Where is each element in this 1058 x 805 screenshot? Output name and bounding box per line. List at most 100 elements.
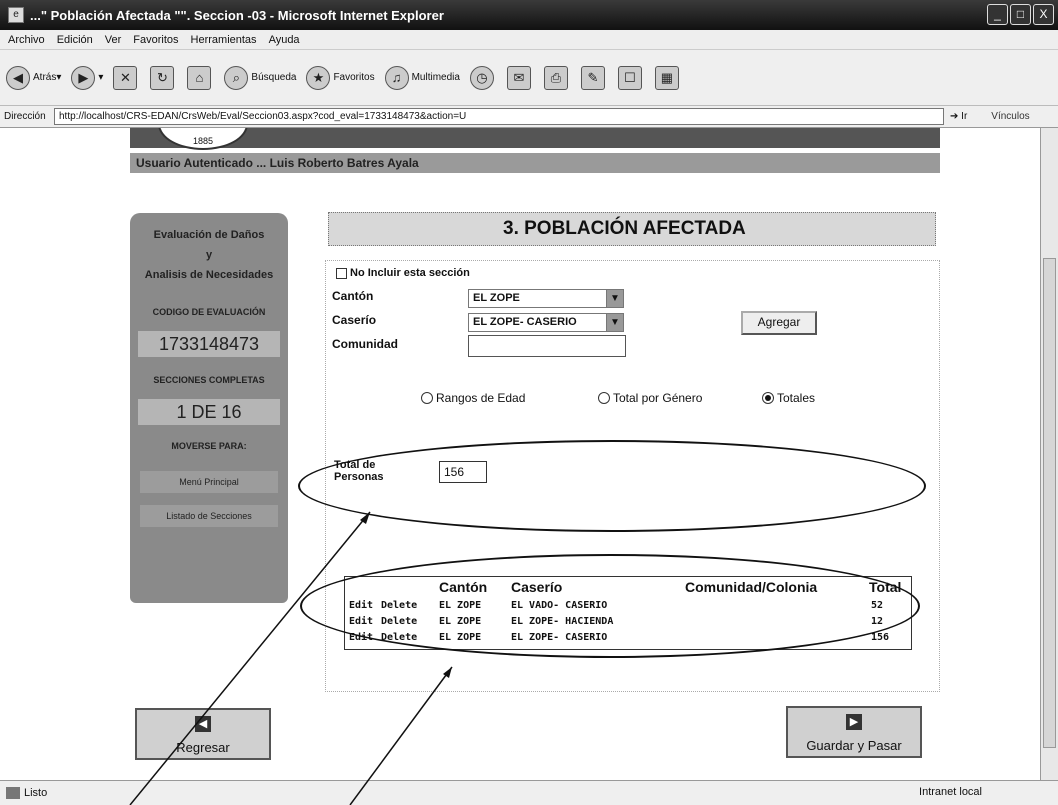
stop-button[interactable]: ✕ — [113, 65, 140, 90]
sidebar-title-line: Evaluación de Daños — [153, 229, 265, 241]
col-canton: Cantón — [439, 579, 488, 595]
caserio-select[interactable]: EL ZOPE- CASERIO ▼ — [468, 313, 624, 332]
radio-label: Rangos de Edad — [436, 391, 526, 405]
history-button[interactable]: ◷ — [469, 65, 497, 90]
address-label: Dirección — [4, 111, 46, 122]
scrollbar-thumb[interactable] — [1043, 258, 1056, 748]
menu-bar: Archivo Edición Ver Favoritos Herramient… — [0, 30, 1058, 50]
security-zone: Intranet local — [919, 786, 982, 798]
research-button[interactable]: ▦ — [654, 65, 682, 90]
forward-button[interactable]: ▶ ▾ — [71, 65, 103, 90]
browser-toolbar: ◀ Atrás ▾ ▶ ▾ ✕ ↻ ⌂ ⌕ Búsqueda ★ Favorit… — [0, 50, 1058, 106]
history-icon: ◷ — [469, 65, 494, 90]
total-label-line: Total de — [334, 459, 376, 471]
sidebar: Evaluación de Daños y Analisis de Necesi… — [130, 213, 288, 603]
back-arrow-icon: ◀ — [6, 65, 30, 90]
print-button[interactable]: ⎙ — [543, 65, 571, 90]
favorites-label: Favoritos — [333, 72, 375, 83]
save-next-button[interactable]: ▶ Guardar y Pasar — [786, 706, 922, 758]
menu-edicion[interactable]: Edición — [57, 34, 93, 46]
canton-select[interactable]: EL ZOPE ▼ — [468, 289, 624, 308]
refresh-button[interactable]: ↻ — [150, 65, 177, 90]
exclude-section-label: No Incluir esta sección — [350, 267, 470, 279]
search-button[interactable]: ⌕ Búsqueda — [224, 65, 296, 90]
col-comunidad: Comunidad/Colonia — [685, 579, 818, 595]
total-personas-label: Total de Personas — [334, 459, 384, 483]
address-input[interactable]: http://localhost/CRS-EDAN/CrsWeb/Eval/Se… — [54, 108, 944, 125]
favorites-button[interactable]: ★ Favoritos — [306, 65, 375, 90]
multimedia-button[interactable]: ♫ Multimedia — [384, 65, 460, 90]
status-bar: Listo Intranet local — [0, 780, 1058, 805]
cell-caserio: EL ZOPE- CASERIO — [511, 632, 608, 643]
cell-canton: EL ZOPE — [439, 600, 482, 611]
edit-link[interactable]: Edit — [349, 600, 373, 611]
refresh-icon: ↻ — [150, 65, 175, 90]
ie-icon: e — [8, 7, 24, 23]
search-icon: ⌕ — [224, 65, 249, 90]
printer-icon: ⎙ — [543, 65, 568, 90]
sections-label: SECCIONES COMPLETAS — [153, 375, 265, 385]
radio-rangos-edad[interactable]: Rangos de Edad — [421, 391, 525, 405]
back-page-button[interactable]: ◀ Regresar — [135, 708, 271, 760]
header-banner — [130, 128, 940, 148]
discuss-icon: ☐ — [617, 65, 642, 90]
menu-herramientas[interactable]: Herramientas — [191, 34, 257, 46]
nav-main-menu[interactable]: Menú Principal — [140, 471, 278, 493]
menu-ayuda[interactable]: Ayuda — [269, 34, 300, 46]
radio-circle — [421, 392, 433, 404]
menu-archivo[interactable]: Archivo — [8, 34, 45, 46]
cell-caserio: EL ZOPE- HACIENDA — [511, 616, 614, 627]
back-button[interactable]: ◀ Atrás ▾ — [6, 65, 62, 90]
caserio-label: Caserío — [332, 313, 377, 327]
chevron-down-icon: ▼ — [606, 290, 623, 307]
home-icon: ⌂ — [187, 65, 212, 90]
section-title: 3. POBLACIÓN AFECTADA — [328, 212, 936, 246]
menu-favoritos[interactable]: Favoritos — [133, 34, 178, 46]
forward-arrow-icon: ▶ — [71, 65, 96, 90]
radio-totales[interactable]: Totales — [762, 391, 815, 405]
canton-label: Cantón — [332, 289, 374, 303]
radio-label: Totales — [777, 391, 816, 405]
cell-canton: EL ZOPE — [439, 632, 482, 643]
research-icon: ▦ — [654, 65, 679, 90]
nav-section-list[interactable]: Listado de Secciones — [140, 505, 278, 527]
mail-button[interactable]: ✉ — [506, 65, 534, 90]
address-bar: Dirección http://localhost/CRS-EDAN/CrsW… — [0, 106, 1058, 128]
cell-total: 12 — [871, 616, 884, 627]
star-icon: ★ — [306, 65, 331, 90]
code-value: 1733148473 — [138, 331, 280, 357]
edit-link[interactable]: Edit — [349, 616, 373, 627]
chevron-down-icon: ▼ — [606, 314, 623, 331]
edit-button[interactable]: ✎ — [580, 65, 608, 90]
radio-total-genero[interactable]: Total por Género — [598, 391, 702, 405]
minimize-button[interactable]: _ — [987, 4, 1008, 25]
arrow-left-icon: ◀ — [195, 716, 211, 732]
comunidad-input[interactable] — [468, 335, 626, 357]
exclude-section-checkbox[interactable]: No Incluir esta sección — [336, 267, 470, 279]
go-button[interactable]: ➔ Ir — [950, 111, 967, 122]
window-controls: _ □ X — [987, 4, 1054, 25]
close-button[interactable]: X — [1033, 4, 1054, 25]
delete-link[interactable]: Delete — [381, 632, 417, 643]
maximize-button[interactable]: □ — [1010, 4, 1031, 25]
menu-ver[interactable]: Ver — [105, 34, 122, 46]
population-form: No Incluir esta sección Cantón EL ZOPE ▼… — [325, 260, 940, 692]
canton-value: EL ZOPE — [473, 292, 520, 304]
discuss-button[interactable]: ☐ — [617, 65, 645, 90]
edit-link[interactable]: Edit — [349, 632, 373, 643]
total-personas-input[interactable]: 156 — [439, 461, 487, 483]
chevron-down-icon: ▾ — [56, 72, 62, 83]
sections-value: 1 DE 16 — [138, 399, 280, 425]
radio-circle-selected — [762, 392, 774, 404]
window-title: ..." Población Afectada "". Seccion -03 … — [30, 7, 444, 23]
radio-circle — [598, 392, 610, 404]
delete-link[interactable]: Delete — [381, 616, 417, 627]
population-grid: Cantón Caserío Comunidad/Colonia Total E… — [344, 576, 912, 650]
home-button[interactable]: ⌂ — [187, 65, 214, 90]
window-titlebar: e ..." Población Afectada "". Seccion -0… — [0, 0, 1058, 30]
add-button[interactable]: Agregar — [741, 311, 817, 335]
vertical-scrollbar[interactable] — [1040, 128, 1058, 780]
delete-link[interactable]: Delete — [381, 600, 417, 611]
sidebar-title: Evaluación de Daños y Analisis de Necesi… — [130, 213, 288, 285]
links-button[interactable]: Vínculos — [991, 111, 1029, 122]
